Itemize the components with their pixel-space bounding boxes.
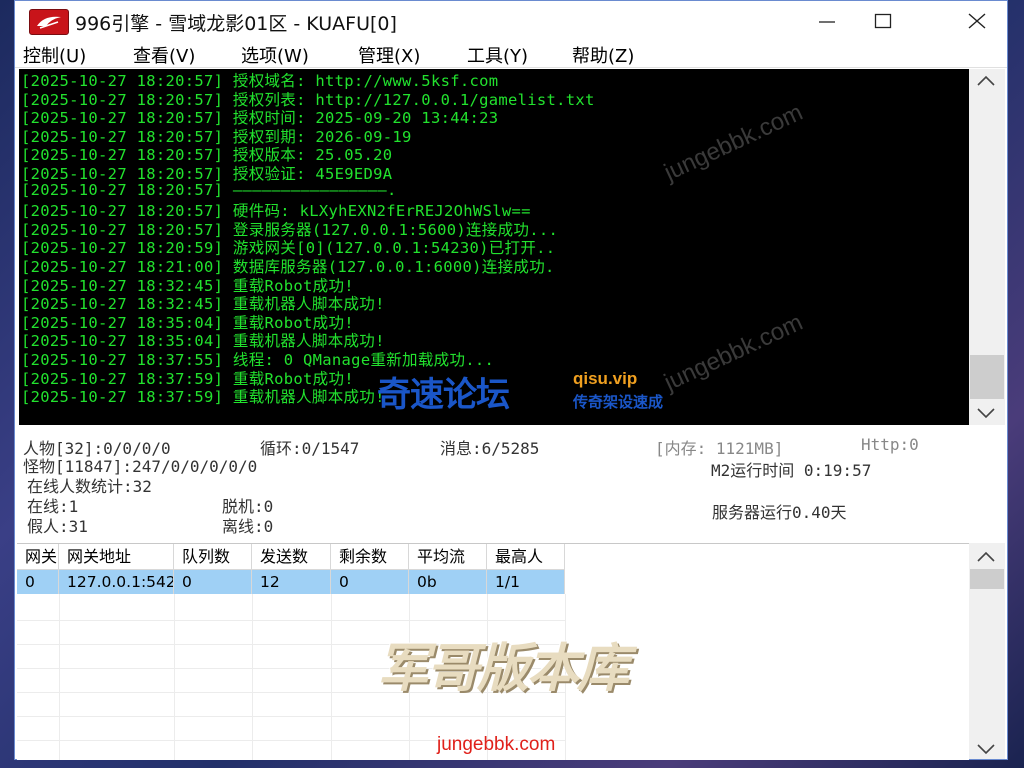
junge-url: jungebbk.com — [437, 734, 556, 755]
minimize-button[interactable] — [799, 1, 855, 41]
table-cell: 0 — [331, 570, 409, 594]
qisu-watermark: 奇速论坛 qisu.vip 传奇架设速成 — [377, 367, 677, 417]
scroll-up-icon[interactable] — [969, 545, 1005, 567]
table-scrollbar[interactable] — [969, 543, 1005, 759]
table-cell: 127.0.0.1:54230 — [59, 570, 174, 594]
scroll-up-icon[interactable] — [969, 69, 1005, 91]
desktop-background — [0, 0, 14, 768]
scroll-down-icon[interactable] — [969, 737, 1005, 759]
column-header[interactable]: 最高人 — [487, 544, 565, 570]
message-count: 消息:6/5285 — [440, 439, 540, 458]
column-header[interactable]: 发送数 — [252, 544, 331, 570]
http-count: Http:0 — [861, 435, 919, 454]
menu-bar: 控制(U) 查看(V) 选项(W) 管理(X) 工具(Y) 帮助(Z) — [15, 41, 1007, 68]
table-cell: 1/1 — [487, 570, 565, 594]
tiled-watermark: jungebbk.com — [660, 98, 807, 187]
menu-help[interactable]: 帮助(Z) — [572, 42, 634, 68]
status-panel: 人物[32]:0/0/0/0 循环:0/1547 消息:6/5285 [内存: … — [15, 427, 1007, 541]
log-line: [2025-10-27 18:37:59] 重载机器人脚本成功! — [21, 388, 385, 407]
server-window: 996引擎 - 雪域龙影01区 - KUAFU[0] 控制(U) 查看(V) 选… — [14, 0, 1008, 760]
qisu-subtitle: 传奇架设速成 — [573, 393, 664, 411]
table-cell: 0 — [174, 570, 252, 594]
loop-count: 循环:0/1547 — [260, 439, 360, 458]
scrollbar-thumb[interactable] — [970, 355, 1004, 399]
column-header[interactable]: 平均流 — [409, 544, 487, 570]
table-cell: 0 — [17, 570, 59, 594]
grid-line — [17, 716, 565, 717]
column-header[interactable]: 网关 — [17, 544, 59, 570]
fake-player-count: 假人:31 — [27, 517, 88, 536]
junge-logo-watermark: 军哥版本库 — [377, 626, 677, 716]
column-header[interactable]: 网关地址 — [59, 544, 174, 570]
memory-usage: [内存: 1121MB] — [655, 439, 784, 458]
maximize-button[interactable] — [855, 1, 911, 41]
close-button[interactable] — [949, 1, 1005, 41]
offline-count: 离线:0 — [222, 517, 274, 536]
junge-logo-text: 军哥版本库 — [377, 638, 629, 699]
app-icon — [29, 9, 69, 35]
minimize-icon — [819, 21, 835, 23]
close-icon — [968, 13, 986, 29]
scroll-down-icon[interactable] — [969, 401, 1005, 423]
m2-runtime: M2运行时间 0:19:57 — [711, 461, 872, 480]
column-header[interactable]: 剩余数 — [331, 544, 409, 570]
console-scrollbar[interactable] — [969, 69, 1005, 425]
menu-options[interactable]: 选项(W) — [241, 42, 309, 68]
log-line: [2025-10-27 18:20:57] ————————————————. — [21, 180, 397, 199]
table-cell: 0b — [409, 570, 487, 594]
menu-tools[interactable]: 工具(Y) — [467, 42, 528, 68]
server-runtime: 服务器运行0.40天 — [712, 503, 847, 522]
maximize-icon — [874, 13, 892, 29]
menu-manage[interactable]: 管理(X) — [358, 42, 420, 68]
grid-line — [174, 594, 175, 760]
qisu-url: qisu.vip — [573, 369, 638, 388]
column-header[interactable]: 队列数 — [174, 544, 252, 570]
menu-control[interactable]: 控制(U) — [23, 42, 86, 68]
qisu-logo-text: 奇速论坛 — [377, 375, 510, 415]
grid-line — [331, 594, 332, 760]
gateway-table[interactable]: 网关 网关地址 队列数 发送数 剩余数 平均流 最高人 0 127.0.0.1:… — [17, 543, 969, 760]
grid-line — [252, 594, 253, 760]
title-bar[interactable]: 996引擎 - 雪域龙影01区 - KUAFU[0] — [15, 1, 1007, 41]
table-cell: 12 — [252, 570, 331, 594]
grid-line — [17, 620, 565, 621]
tiled-watermark: jungebbk.com — [660, 308, 807, 397]
window-title: 996引擎 - 雪域龙影01区 - KUAFU[0] — [75, 13, 397, 35]
scrollbar-thumb[interactable] — [970, 569, 1004, 589]
menu-view[interactable]: 查看(V) — [133, 42, 195, 68]
grid-line — [59, 594, 60, 760]
log-console[interactable]: [2025-10-27 18:20:57] 授权域名: http://www.5… — [19, 69, 969, 425]
